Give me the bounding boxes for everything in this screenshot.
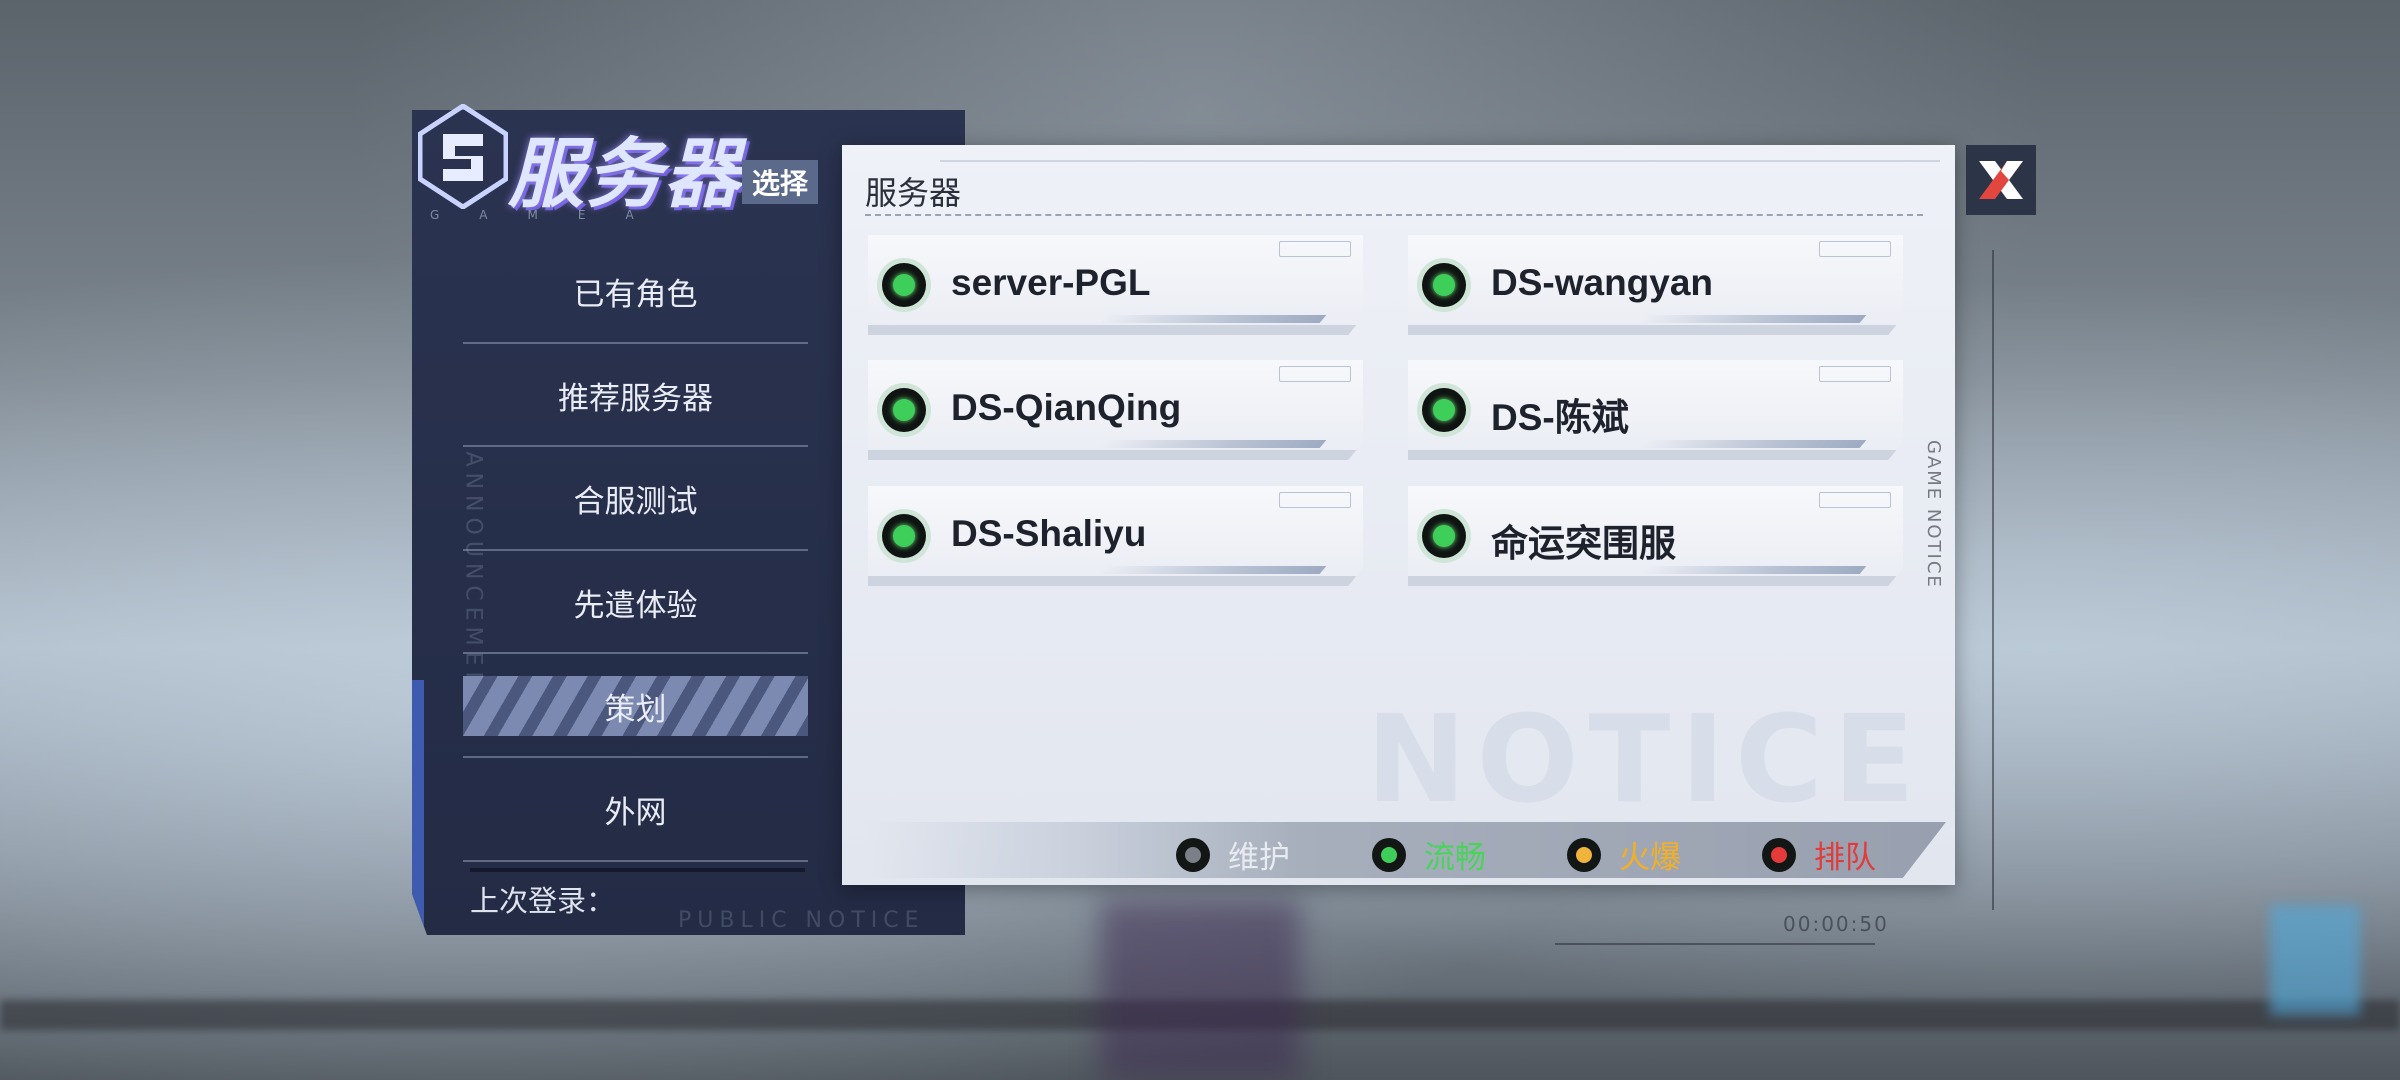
- server-card-ds-qianqing[interactable]: DS-QianQing: [868, 360, 1363, 460]
- card-stripe: [1639, 315, 1867, 323]
- status-smooth-icon: [1422, 514, 1466, 558]
- panel-edge-accent: [412, 680, 424, 935]
- hud-timer: 00:00:50: [1783, 912, 1889, 936]
- legend-label: 火爆: [1619, 840, 1681, 876]
- card-stripe: [1639, 440, 1867, 448]
- last-login-label: 上次登录：: [470, 884, 616, 918]
- last-login-divider: [470, 868, 805, 872]
- server-name: 命运突围服: [1491, 523, 1676, 564]
- server-list-divider: [865, 214, 1923, 216]
- card-tag: [1279, 241, 1351, 257]
- server-card-ds-shaliyu[interactable]: DS-Shaliyu: [868, 486, 1363, 586]
- server-name: server-PGL: [951, 262, 1151, 303]
- category-planning[interactable]: 策划: [463, 676, 808, 758]
- server-name: DS-wangyan: [1491, 262, 1714, 303]
- hud-horizontal-line: [1555, 943, 1875, 945]
- legend-maintenance: 维护: [1176, 832, 1290, 877]
- card-tag: [1819, 492, 1891, 508]
- card-stripe: [1639, 566, 1867, 574]
- category-recommended-servers[interactable]: 推荐服务器: [463, 344, 808, 448]
- legend-label: 维护: [1228, 840, 1290, 876]
- card-stripe: [1099, 566, 1327, 574]
- close-icon: [1979, 161, 2023, 199]
- game-notice-decor: GAME NOTICE: [1923, 440, 1944, 589]
- page-title: 服务器: [508, 129, 742, 218]
- legend-smooth: 流畅: [1372, 832, 1486, 877]
- status-smooth-icon: [1372, 837, 1406, 872]
- title-subtitle: GAMEA: [430, 208, 674, 222]
- background-figure: [1100, 900, 1300, 1080]
- status-queue-icon: [1762, 837, 1796, 872]
- public-notice-decor: PUBLIC NOTICE: [678, 908, 925, 933]
- category-merge-test[interactable]: 合服测试: [463, 447, 808, 551]
- category-early-access[interactable]: 先遣体验: [463, 551, 808, 655]
- server-category-list: 已有角色 推荐服务器 合服测试 先遣体验 策划 外网: [463, 240, 808, 862]
- server-list-title: 服务器: [865, 174, 962, 212]
- server-card-server-pgl[interactable]: server-PGL: [868, 235, 1363, 335]
- title-badge: 选择: [742, 160, 819, 204]
- legend-label: 排队: [1814, 840, 1876, 876]
- legend-queue: 排队: [1762, 832, 1876, 877]
- status-maintenance-icon: [1176, 837, 1210, 872]
- server-card-mingyun-tuwei[interactable]: 命运突围服: [1408, 486, 1903, 586]
- category-external-network[interactable]: 外网: [463, 758, 808, 862]
- ruler-decor: [940, 160, 1940, 170]
- status-smooth-icon: [882, 263, 926, 307]
- legend-label: 流畅: [1424, 840, 1486, 876]
- card-tag: [1819, 241, 1891, 257]
- hud-vertical-line: [1992, 250, 1994, 910]
- server-name: DS-陈斌: [1491, 397, 1629, 438]
- status-busy-icon: [1567, 837, 1601, 872]
- server-logo-icon: [418, 104, 508, 209]
- close-button[interactable]: [1966, 145, 2036, 215]
- category-existing-characters[interactable]: 已有角色: [463, 240, 808, 344]
- background-object: [2270, 905, 2360, 1015]
- status-smooth-icon: [1422, 388, 1466, 432]
- card-stripe: [1099, 315, 1327, 323]
- status-smooth-icon: [882, 514, 926, 558]
- server-name: DS-Shaliyu: [951, 513, 1147, 554]
- card-tag: [1279, 492, 1351, 508]
- server-name: DS-QianQing: [951, 387, 1182, 428]
- server-card-ds-wangyan[interactable]: DS-wangyan: [1408, 235, 1903, 335]
- server-card-ds-chenbin[interactable]: DS-陈斌: [1408, 360, 1903, 460]
- notice-watermark: NOTICE: [1366, 691, 1925, 830]
- status-smooth-icon: [1422, 263, 1466, 307]
- card-tag: [1819, 366, 1891, 382]
- card-tag: [1279, 366, 1351, 382]
- legend-busy: 火爆: [1567, 832, 1681, 877]
- status-smooth-icon: [882, 388, 926, 432]
- card-stripe: [1099, 440, 1327, 448]
